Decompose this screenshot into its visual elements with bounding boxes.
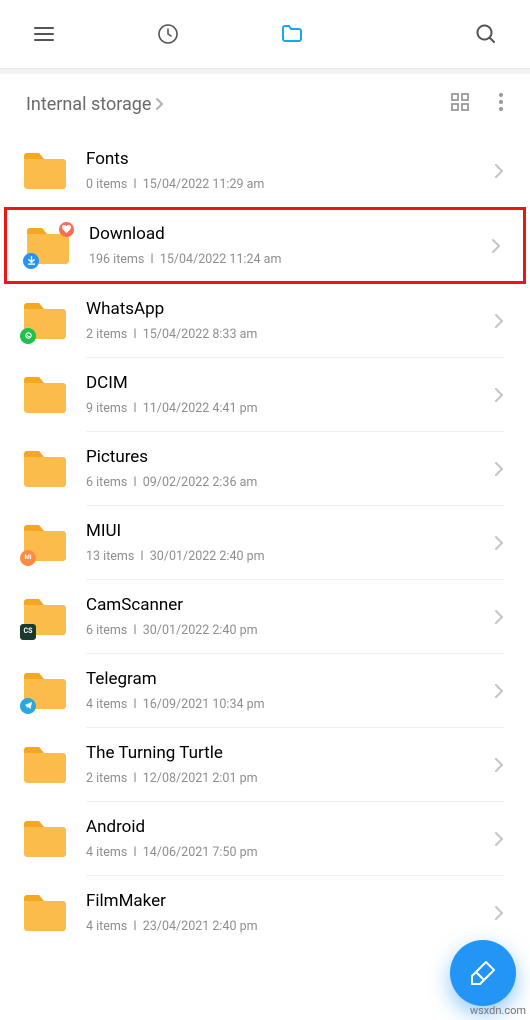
folder-row[interactable]: Pictures 6 items l 09/02/2022 2:36 am bbox=[0, 432, 530, 505]
folder-name: Download bbox=[89, 224, 483, 244]
more-options[interactable] bbox=[498, 92, 504, 116]
folder-name: Fonts bbox=[86, 149, 486, 169]
folder-row[interactable]: DCIM 9 items l 11/04/2022 4:41 pm bbox=[0, 358, 530, 431]
folder-text: FilmMaker 4 items l 23/04/2021 2:40 pm bbox=[86, 891, 494, 934]
miui-badge-icon: MI bbox=[20, 550, 36, 566]
recent-tab[interactable] bbox=[146, 22, 190, 46]
folder-glyph bbox=[22, 448, 68, 490]
folder-name: DCIM bbox=[86, 373, 486, 393]
folder-text: Android 4 items l 14/06/2021 7:50 pm bbox=[86, 817, 494, 860]
folder-name: Android bbox=[86, 817, 486, 837]
chevron-right-icon bbox=[491, 237, 501, 255]
breadcrumb[interactable]: Internal storage bbox=[26, 94, 165, 115]
folder-row[interactable]: MI MIUI 13 items l 30/01/2022 2:40 pm bbox=[0, 506, 530, 579]
files-tab[interactable] bbox=[270, 22, 314, 46]
folder-meta: 6 items l 30/01/2022 2:40 pm bbox=[86, 623, 486, 638]
folder-list: Fonts 0 items l 15/04/2022 11:29 am Down… bbox=[0, 134, 530, 949]
chevron-right-icon bbox=[155, 97, 165, 111]
folder-meta: 6 items l 09/02/2022 2:36 am bbox=[86, 475, 486, 490]
cs-badge-icon: CS bbox=[20, 624, 36, 640]
folder-row[interactable]: Android 4 items l 14/06/2021 7:50 pm bbox=[0, 802, 530, 875]
search-icon bbox=[474, 22, 498, 46]
top-bar bbox=[0, 0, 530, 68]
folder-glyph: CS bbox=[22, 596, 68, 638]
chevron-right-icon bbox=[494, 756, 504, 774]
folder-row[interactable]: WhatsApp 2 items l 15/04/2022 8:33 am bbox=[0, 284, 530, 357]
folder-meta: 2 items l 12/08/2021 2:01 pm bbox=[86, 771, 486, 786]
grid-icon bbox=[450, 92, 470, 112]
folder-row[interactable]: Download 196 items l 15/04/2022 11:24 am bbox=[4, 207, 526, 284]
kebab-icon bbox=[498, 92, 504, 112]
folder-name: WhatsApp bbox=[86, 299, 486, 319]
folder-name: FilmMaker bbox=[86, 891, 486, 911]
folder-row[interactable]: CS CamScanner 6 items l 30/01/2022 2:40 … bbox=[0, 580, 530, 653]
chevron-right-icon bbox=[494, 460, 504, 478]
chevron-right-icon bbox=[494, 534, 504, 552]
search-button[interactable] bbox=[464, 22, 508, 46]
folder-meta: 196 items l 15/04/2022 11:24 am bbox=[89, 252, 483, 267]
folder-glyph bbox=[22, 818, 68, 860]
folder-text: Fonts 0 items l 15/04/2022 11:29 am bbox=[86, 149, 494, 192]
hamburger-icon bbox=[32, 22, 56, 46]
folder-glyph bbox=[22, 374, 68, 416]
folder-meta: 4 items l 23/04/2021 2:40 pm bbox=[86, 919, 486, 934]
telegram-badge-icon bbox=[20, 698, 36, 714]
folder-row[interactable]: Telegram 4 items l 16/09/2021 10:34 pm bbox=[0, 654, 530, 727]
folder-text: Telegram 4 items l 16/09/2021 10:34 pm bbox=[86, 669, 494, 712]
folder-icon bbox=[280, 22, 304, 46]
folder-name: The Turning Turtle bbox=[86, 743, 486, 763]
folder-text: Pictures 6 items l 09/02/2022 2:36 am bbox=[86, 447, 494, 490]
brush-icon bbox=[468, 958, 498, 988]
folder-glyph: MI bbox=[22, 522, 68, 564]
download-badge-icon bbox=[23, 253, 39, 269]
folder-row[interactable]: Fonts 0 items l 15/04/2022 11:29 am bbox=[0, 134, 530, 207]
folder-name: Pictures bbox=[86, 447, 486, 467]
folder-meta: 4 items l 16/09/2021 10:34 pm bbox=[86, 697, 486, 712]
chevron-right-icon bbox=[494, 830, 504, 848]
folder-text: DCIM 9 items l 11/04/2022 4:41 pm bbox=[86, 373, 494, 416]
chevron-right-icon bbox=[494, 682, 504, 700]
folder-glyph bbox=[22, 892, 68, 934]
folder-glyph bbox=[22, 150, 68, 192]
folder-meta: 4 items l 14/06/2021 7:50 pm bbox=[86, 845, 486, 860]
clean-fab[interactable] bbox=[450, 940, 516, 1006]
chevron-right-icon bbox=[494, 312, 504, 330]
folder-text: MIUI 13 items l 30/01/2022 2:40 pm bbox=[86, 521, 494, 564]
chevron-right-icon bbox=[494, 608, 504, 626]
heart-badge-icon bbox=[59, 222, 74, 237]
folder-name: CamScanner bbox=[86, 595, 486, 615]
folder-glyph bbox=[22, 300, 68, 342]
breadcrumb-label: Internal storage bbox=[26, 94, 151, 115]
folder-text: WhatsApp 2 items l 15/04/2022 8:33 am bbox=[86, 299, 494, 342]
whatsapp-badge-icon bbox=[20, 328, 36, 344]
folder-text: Download 196 items l 15/04/2022 11:24 am bbox=[89, 224, 491, 267]
folder-name: MIUI bbox=[86, 521, 486, 541]
folder-glyph bbox=[22, 670, 68, 712]
folder-row[interactable]: FilmMaker 4 items l 23/04/2021 2:40 pm bbox=[0, 876, 530, 949]
watermark: wsxdn.com bbox=[470, 1004, 526, 1017]
folder-meta: 0 items l 15/04/2022 11:29 am bbox=[86, 177, 486, 192]
folder-glyph bbox=[22, 744, 68, 786]
folder-glyph bbox=[25, 225, 71, 267]
menu-button[interactable] bbox=[22, 22, 66, 46]
chevron-right-icon bbox=[494, 904, 504, 922]
chevron-right-icon bbox=[494, 386, 504, 404]
chevron-right-icon bbox=[494, 162, 504, 180]
view-toggle[interactable] bbox=[450, 92, 470, 116]
folder-text: The Turning Turtle 2 items l 12/08/2021 … bbox=[86, 743, 494, 786]
folder-name: Telegram bbox=[86, 669, 486, 689]
folder-meta: 13 items l 30/01/2022 2:40 pm bbox=[86, 549, 486, 564]
folder-row[interactable]: The Turning Turtle 2 items l 12/08/2021 … bbox=[0, 728, 530, 801]
folder-meta: 9 items l 11/04/2022 4:41 pm bbox=[86, 401, 486, 416]
breadcrumb-bar: Internal storage bbox=[0, 74, 530, 134]
clock-icon bbox=[156, 22, 180, 46]
folder-text: CamScanner 6 items l 30/01/2022 2:40 pm bbox=[86, 595, 494, 638]
folder-meta: 2 items l 15/04/2022 8:33 am bbox=[86, 327, 486, 342]
